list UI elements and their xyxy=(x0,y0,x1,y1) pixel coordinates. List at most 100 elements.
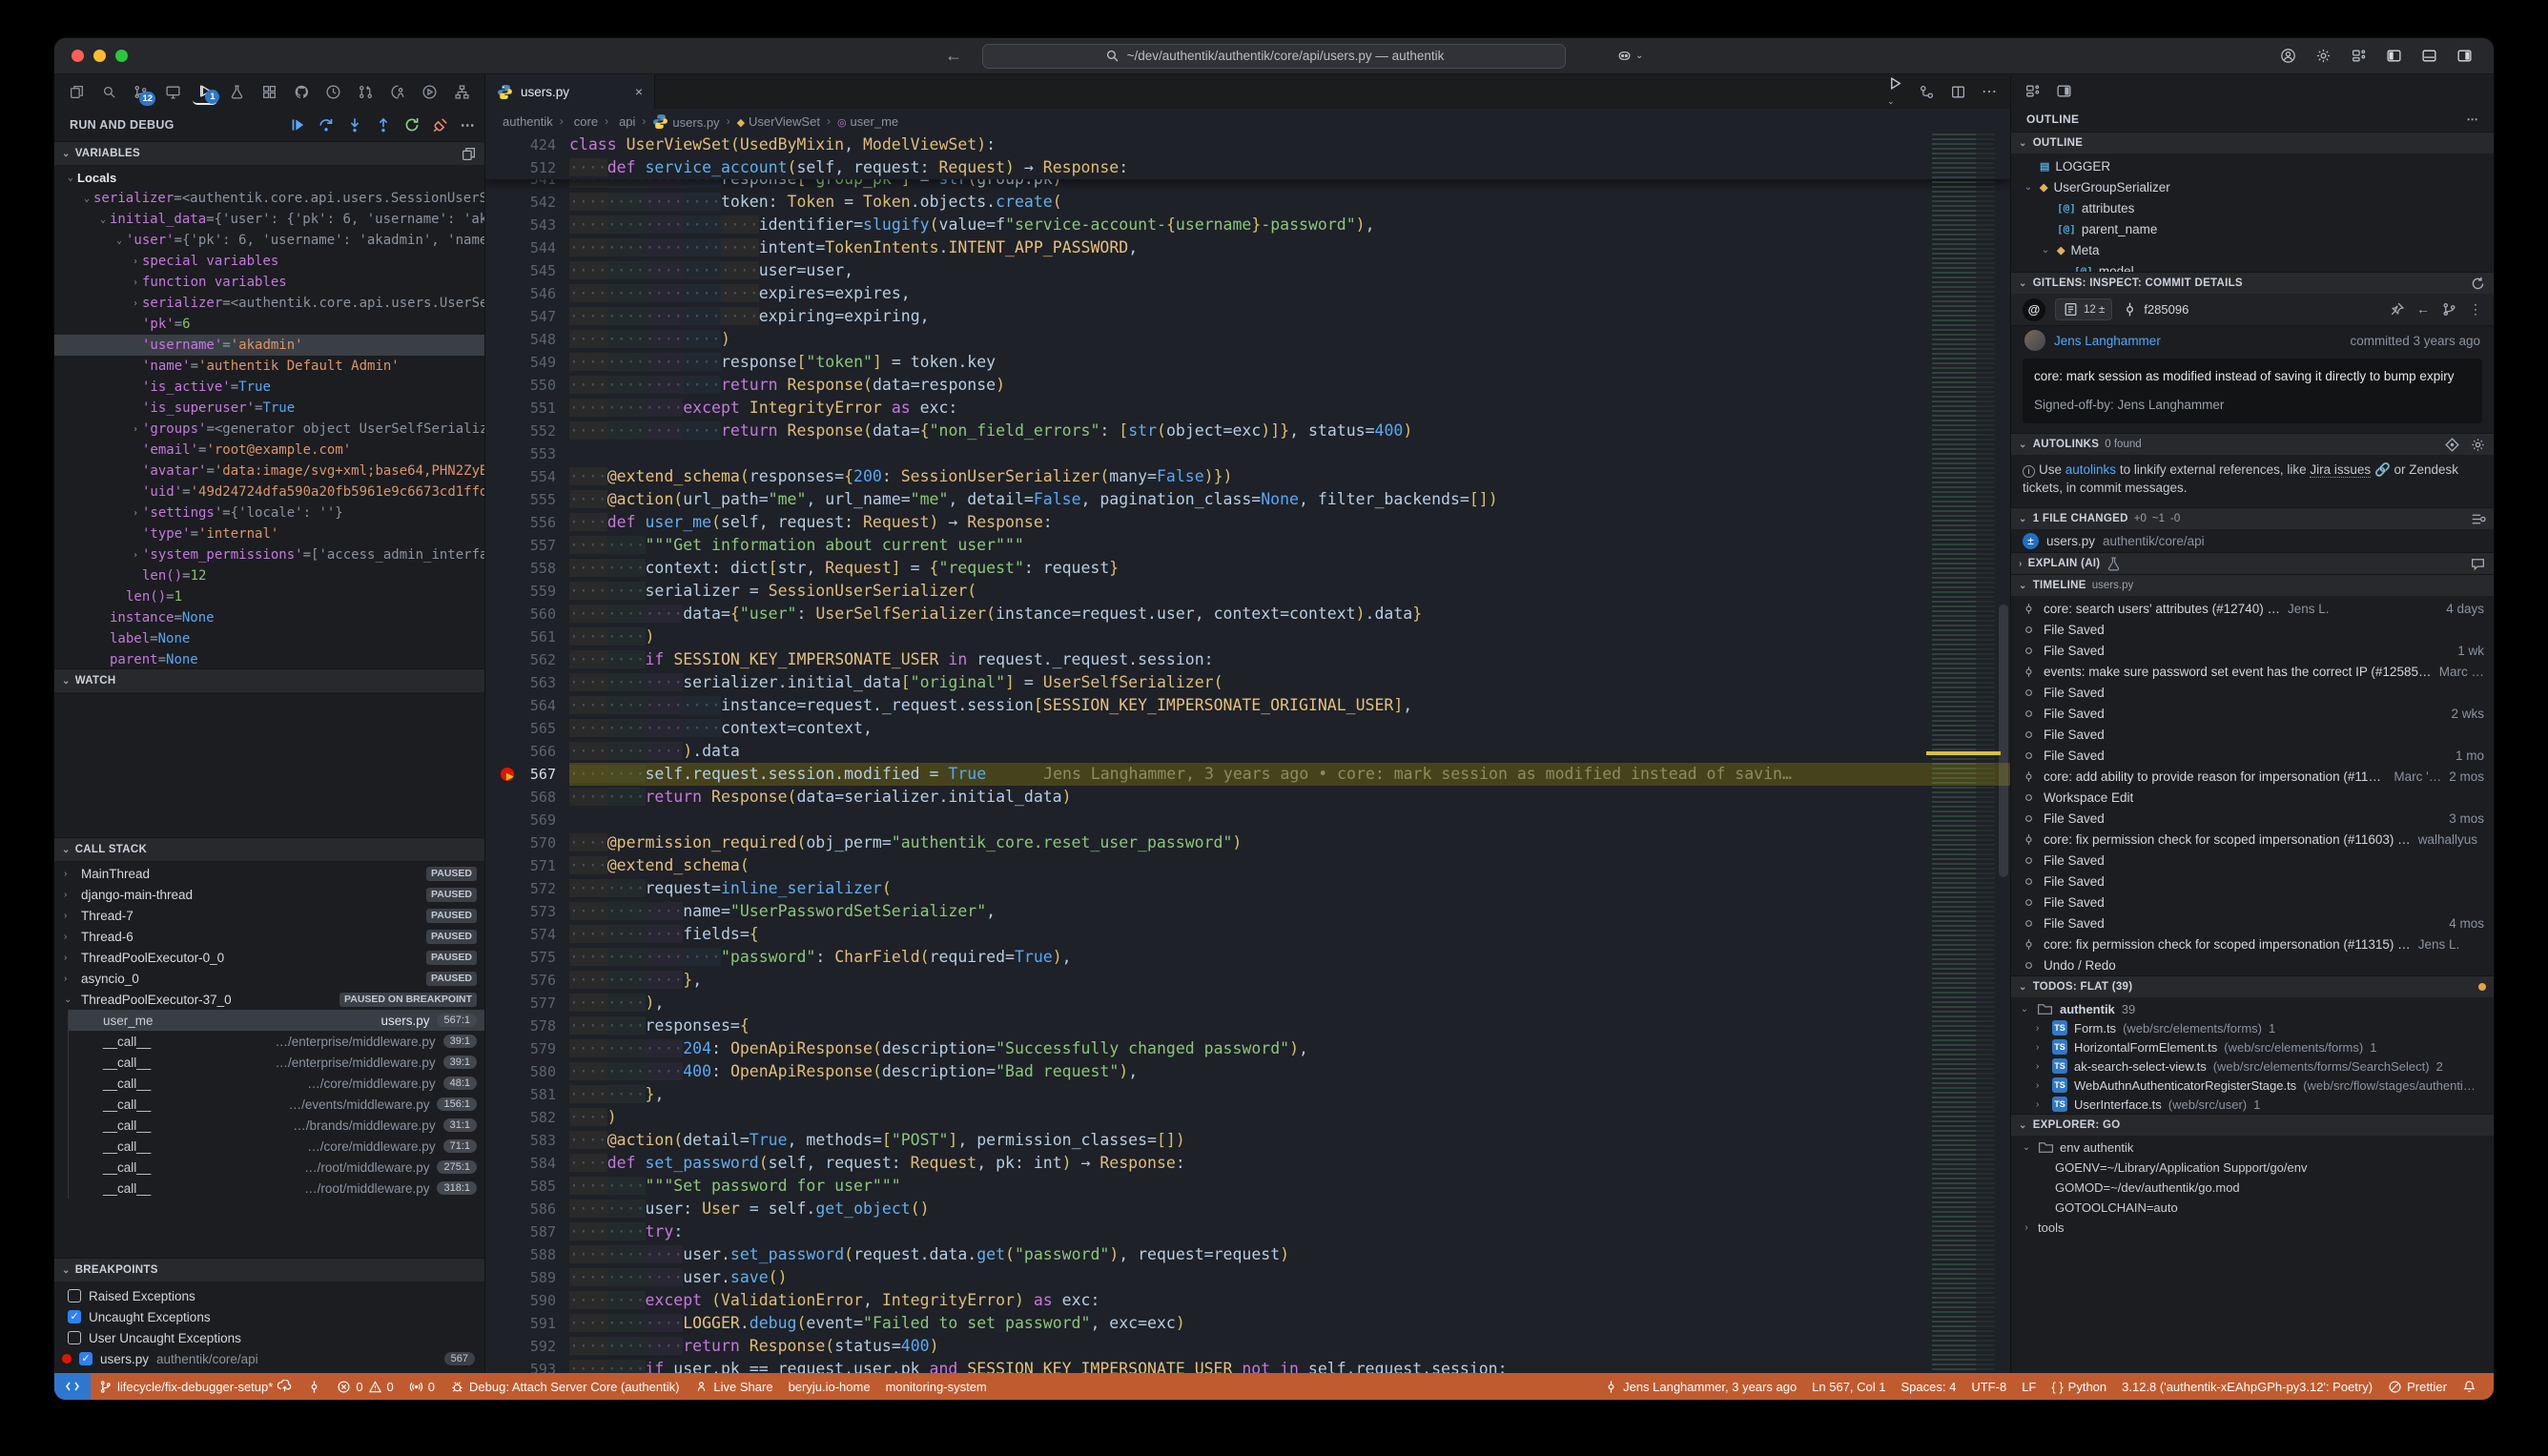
comment-icon[interactable] xyxy=(2470,556,2486,572)
variable-row[interactable]: 'avatar' = 'data:image/svg+xml;base64,PH… xyxy=(54,461,484,482)
code-line[interactable]: 566············).data xyxy=(485,740,2010,763)
debug-continue-button[interactable] xyxy=(289,116,306,133)
breakpoint-checkbox[interactable] xyxy=(79,1352,92,1365)
code-line[interactable]: 587········try: xyxy=(485,1220,2010,1243)
settings-gear-icon[interactable] xyxy=(2315,48,2332,64)
code-line[interactable]: 580············400: OpenApiResponse(desc… xyxy=(485,1060,2010,1083)
variable-row[interactable]: label = None xyxy=(54,628,484,649)
todo-file-row[interactable]: ›TSUserInterface.ts(web/src/user)1 xyxy=(2011,1095,2494,1114)
variable-row[interactable]: parent = None xyxy=(54,649,484,668)
debug-step-into-button[interactable] xyxy=(346,116,363,133)
thread-row[interactable]: ›ThreadPoolExecutor-0_0PAUSED xyxy=(54,947,484,968)
split-editor-icon[interactable] xyxy=(1950,84,1966,100)
code-line[interactable]: 563············serializer.initial_data["… xyxy=(485,671,2010,694)
outline-item[interactable]: ⌄◆UserGroupSerializer xyxy=(2011,176,2494,197)
run-python-file-button[interactable]: ⌄ xyxy=(1887,75,1903,109)
timeline-item[interactable]: File Saved xyxy=(2011,682,2494,703)
code-line[interactable]: 575················"password": CharField… xyxy=(485,946,2010,969)
code-line[interactable]: 565················context=context, xyxy=(485,717,2010,740)
watch-section-header[interactable]: ⌄WATCH xyxy=(54,669,484,692)
debug-step-out-button[interactable] xyxy=(375,116,392,133)
tab-users-py[interactable]: users.py × xyxy=(485,74,655,109)
variable-row[interactable]: 'username' = 'akadmin' xyxy=(54,335,484,356)
code-line[interactable]: 588············user.set_password(request… xyxy=(485,1243,2010,1266)
call-stack-section-header[interactable]: ⌄CALL STACK xyxy=(54,838,484,861)
variable-row[interactable]: instance = None xyxy=(54,607,484,628)
variable-row[interactable]: 'is_active' = True xyxy=(54,377,484,398)
code-line[interactable]: 578········responses={ xyxy=(485,1015,2010,1037)
code-line[interactable]: 547····················expiring=expiring… xyxy=(485,305,2010,328)
panel-more-icon[interactable] xyxy=(2056,83,2072,99)
autolink-settings-icon[interactable] xyxy=(2470,437,2486,453)
thread-row[interactable]: ›django-main-threadPAUSED xyxy=(54,884,484,905)
debug-disconnect-button[interactable] xyxy=(432,116,449,133)
extensions-icon[interactable] xyxy=(257,78,282,105)
code-line[interactable]: 542················token: Token = Token.… xyxy=(485,191,2010,214)
timeline-item[interactable]: events: make sure password set event has… xyxy=(2011,661,2494,682)
refresh-icon[interactable] xyxy=(2470,276,2486,292)
python-interpreter-status-item[interactable]: 3.12.8 ('authentik-xEAhpGPh-py3.12': Poe… xyxy=(2114,1373,2380,1400)
author-name[interactable]: Jens Langhammer xyxy=(2054,334,2161,348)
autolink-add-icon[interactable] xyxy=(2444,437,2460,453)
todos-section-header[interactable]: ⌄TODOS: FLAT (39) xyxy=(2011,976,2494,997)
command-center[interactable]: ~/dev/authentik/authentik/core/api/users… xyxy=(982,44,1566,69)
code-line[interactable]: 555····@action(url_path="me", url_name="… xyxy=(485,488,2010,511)
timeline-item[interactable]: File Saved3 mos xyxy=(2011,808,2494,829)
breakpoint-row[interactable]: Uncaught Exceptions xyxy=(54,1306,484,1327)
testing-icon[interactable] xyxy=(224,78,250,105)
code-line[interactable]: 586········user: User = self.get_object(… xyxy=(485,1198,2010,1220)
variable-row[interactable]: 'pk' = 6 xyxy=(54,314,484,335)
breadcrumb-item[interactable]: users.py xyxy=(652,113,719,130)
code-line[interactable]: 549················response["token"] = t… xyxy=(485,351,2010,374)
code-line[interactable]: 577········), xyxy=(485,992,2010,1015)
outline-item[interactable]: [@]parent_name xyxy=(2011,218,2494,239)
stack-frame-row[interactable]: __call__…/brands/middleware.py31:1 xyxy=(68,1115,484,1136)
timeline-section-header[interactable]: ⌄TIMELINEusers.py xyxy=(2011,575,2494,596)
gitlens-status-item[interactable] xyxy=(299,1373,329,1400)
todos-root-row[interactable]: ⌄authentik39 xyxy=(2011,999,2494,1018)
gitlens-icon[interactable] xyxy=(321,78,347,105)
editor-scrollbar[interactable] xyxy=(1997,133,2010,1373)
stack-frame-row[interactable]: __call__…/core/middleware.py71:1 xyxy=(68,1136,484,1157)
code-line[interactable]: 570····@permission_required(obj_perm="au… xyxy=(485,831,2010,854)
explorer-go-section-header[interactable]: ⌄EXPLORER: GO xyxy=(2011,1115,2494,1136)
commit-message[interactable]: core: mark session as modified instead o… xyxy=(2023,359,2482,423)
code-line[interactable]: 585········"""Set password for user""" xyxy=(485,1175,2010,1198)
todo-file-row[interactable]: ›TSHorizontalFormElement.ts(web/src/elem… xyxy=(2011,1037,2494,1056)
breakpoint-checkbox[interactable] xyxy=(68,1310,81,1323)
eol-status-item[interactable]: LF xyxy=(2014,1373,2044,1400)
code-line[interactable]: 569 xyxy=(485,809,2010,831)
code-area[interactable]: 424class UserViewSet(UsedByMixin, ModelV… xyxy=(485,133,2010,1373)
github-icon[interactable] xyxy=(289,78,315,105)
code-line[interactable]: 584····def set_password(self, request: R… xyxy=(485,1152,2010,1175)
go-env-row[interactable]: GOMOD=~/dev/authentik/go.mod xyxy=(2011,1178,2494,1198)
debug-restart-button[interactable] xyxy=(403,116,421,133)
notifications-bell-icon[interactable] xyxy=(2455,1373,2484,1400)
traffic-lights[interactable] xyxy=(72,50,128,62)
autolinks-section-header[interactable]: ⌄AUTOLINKS0 found xyxy=(2011,434,2494,455)
code-line[interactable]: 552················return Response(data=… xyxy=(485,420,2010,442)
branch-status-item[interactable]: lifecycle/fix-debugger-setup* xyxy=(91,1373,299,1400)
code-line[interactable]: 556····def user_me(self, request: Reques… xyxy=(485,511,2010,534)
code-line[interactable]: 551············except IntegrityError as … xyxy=(485,397,2010,420)
go-env-row[interactable]: ⌄env authentik xyxy=(2011,1138,2494,1158)
language-mode-status-item[interactable]: { }Python xyxy=(2044,1373,2114,1400)
source-control-icon[interactable]: 12 xyxy=(128,78,154,105)
open-changes-icon[interactable] xyxy=(1919,84,1935,100)
timeline-item[interactable]: File Saved xyxy=(2011,619,2494,640)
variable-row[interactable]: 'is_superuser' = True xyxy=(54,398,484,419)
go-env-row[interactable]: GOENV=~/Library/Application Support/go/e… xyxy=(2011,1158,2494,1178)
code-line[interactable]: 579············204: OpenApiResponse(desc… xyxy=(485,1037,2010,1060)
code-line[interactable]: 561········) xyxy=(485,625,2010,648)
gitlens-icon[interactable]: @ xyxy=(2023,298,2045,321)
code-line[interactable]: 572········request=inline_serializer( xyxy=(485,877,2010,900)
explorer-icon[interactable] xyxy=(64,78,90,105)
timeline-item[interactable]: File Saved xyxy=(2011,724,2494,745)
breakpoint-row[interactable]: Raised Exceptions xyxy=(54,1285,484,1306)
close-tab-icon[interactable]: × xyxy=(635,84,643,99)
variable-row[interactable]: ⌄initial_data = {'user': {'pk': 6, 'user… xyxy=(54,209,484,230)
remote-tunnel-2-status-item[interactable]: monitoring-system xyxy=(878,1373,995,1400)
code-line[interactable]: 593········if user.pk == request.user.pk… xyxy=(485,1358,2010,1373)
stack-frame-row[interactable]: __call__…/events/middleware.py156:1 xyxy=(68,1094,484,1115)
toggle-panel-icon[interactable] xyxy=(2421,48,2437,64)
